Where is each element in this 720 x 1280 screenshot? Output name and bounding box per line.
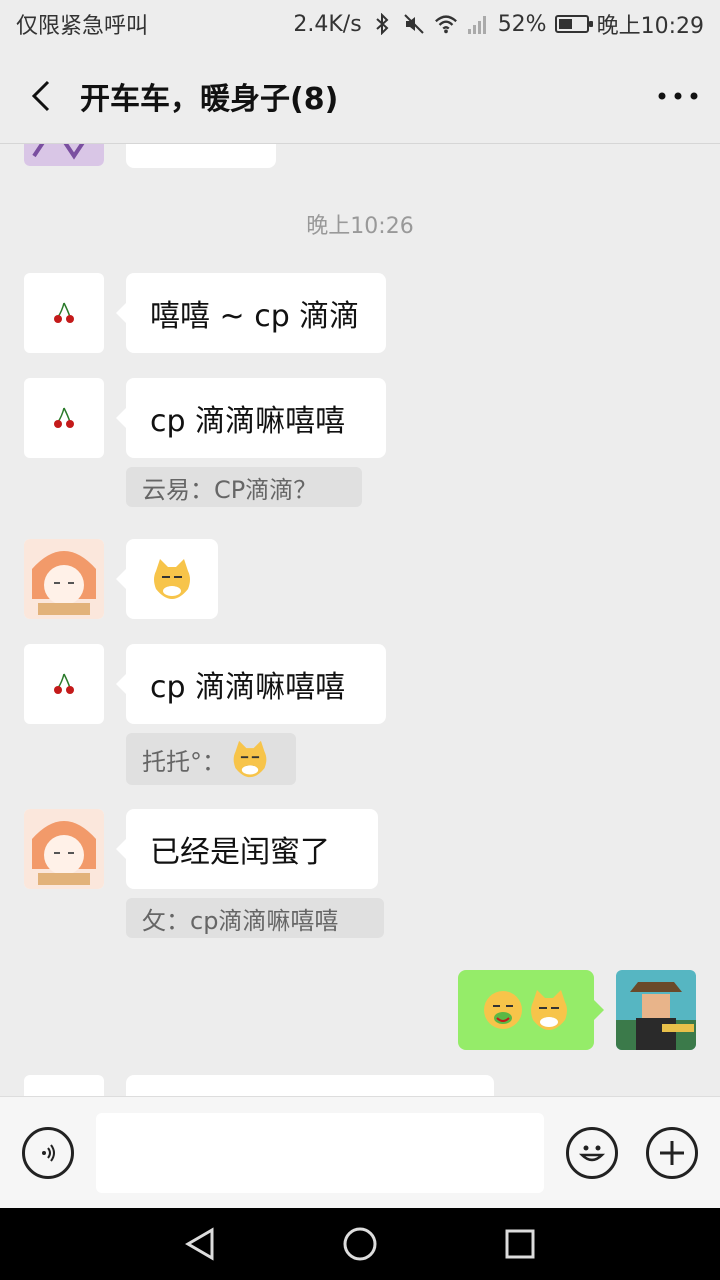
avatar[interactable] (24, 1075, 104, 1096)
message-bubble[interactable] (126, 144, 276, 168)
input-bar (0, 1096, 720, 1208)
chat-header: 开车车，暖身子(8) (0, 48, 720, 144)
message-text: 嘻嘻 ~ cp 滴滴 (150, 299, 360, 334)
avatar-anime-girl[interactable] (24, 539, 104, 619)
mute-icon (402, 12, 426, 36)
message-text: cp 滴滴嘛嘻嘻 (150, 670, 346, 705)
message-bubble[interactable]: 嘻嘻 ~ cp 滴滴 (116, 273, 386, 353)
wifi-icon (434, 12, 458, 36)
message-input[interactable] (96, 1113, 544, 1193)
battery-fill (558, 19, 573, 29)
chat-title: 开车车，暖身子(8) (80, 81, 339, 117)
quoted-reply[interactable]: 云易：CP滴滴？ (126, 467, 362, 507)
clock: 晚上10:29 (596, 14, 704, 39)
network-speed: 2.4K/s (293, 11, 362, 37)
avatar[interactable] (24, 144, 104, 166)
back-button[interactable] (0, 48, 80, 144)
message-bubble[interactable] (126, 1075, 494, 1096)
plus-icon (660, 1141, 684, 1165)
message-bubble[interactable]: cp 滴滴嘛嘻嘻 (116, 644, 386, 724)
avatar-self[interactable] (616, 970, 696, 1050)
message-bubble[interactable]: cp 滴滴嘛嘻嘻 (116, 378, 386, 458)
cat-smirk-icon (154, 559, 190, 599)
carrier-status: 仅限紧急呼叫 (16, 14, 149, 39)
quote-text: 云易：CP滴滴？ (142, 475, 318, 504)
quoted-reply[interactable]: 攵：cp滴滴嘛嘻嘻 (126, 898, 384, 938)
triangle-back-icon (185, 1227, 214, 1261)
avatar-cherry[interactable] (24, 644, 104, 724)
smiley-icon (578, 1145, 606, 1162)
status-bar: 仅限紧急呼叫 2.4K/s 52% 晚上10:29 (0, 0, 720, 48)
avatar-anime-girl[interactable] (24, 809, 104, 889)
nav-back-button[interactable] (182, 1226, 218, 1262)
nav-home-button[interactable] (342, 1226, 378, 1262)
more-dots-icon (658, 92, 698, 100)
sticker-bubble[interactable] (116, 539, 218, 619)
chevron-left-icon (31, 80, 50, 111)
avatar-cherry[interactable] (24, 273, 104, 353)
cat-smirk-icon (531, 990, 567, 1030)
square-recents-icon (505, 1229, 535, 1259)
vomit-face-icon (484, 991, 522, 1029)
emoji-button[interactable] (566, 1127, 618, 1179)
signal-icon (466, 12, 490, 36)
voice-button[interactable] (22, 1127, 74, 1179)
voice-icon (42, 1144, 55, 1162)
sticker-bubble-sent[interactable] (458, 970, 604, 1050)
battery-icon (554, 15, 593, 33)
nav-recents-button[interactable] (502, 1226, 538, 1262)
more-button[interactable] (654, 74, 702, 118)
cherry-icon (54, 673, 74, 694)
status-icons: 2.4K/s 52% 晚上10:29 (293, 8, 704, 40)
quoted-reply[interactable]: 托托°： (126, 733, 296, 785)
cherry-icon (54, 302, 74, 323)
chat-area[interactable]: 晚上10:26 嘻嘻 ~ cp 滴滴 cp 滴滴嘛嘻嘻 云易：CP滴滴？ cp … (0, 144, 720, 1096)
avatar-cherry[interactable] (24, 378, 104, 458)
message-text: cp 滴滴嘛嘻嘻 (150, 404, 346, 439)
message-text: 已经是闰蜜了 (150, 835, 330, 870)
quote-text: 攵：cp滴滴嘛嘻嘻 (142, 906, 339, 935)
battery-percent: 52% (497, 11, 547, 37)
cherry-icon (54, 407, 74, 428)
timestamp: 晚上10:26 (306, 214, 414, 239)
bluetooth-icon (370, 12, 394, 36)
message-bubble[interactable]: 已经是闰蜜了 (116, 809, 378, 889)
cat-smirk-icon (233, 740, 267, 778)
quote-text: 托托°： (142, 747, 226, 776)
system-nav-bar (0, 1208, 720, 1280)
more-functions-button[interactable] (646, 1127, 698, 1179)
circle-home-icon (343, 1227, 377, 1261)
